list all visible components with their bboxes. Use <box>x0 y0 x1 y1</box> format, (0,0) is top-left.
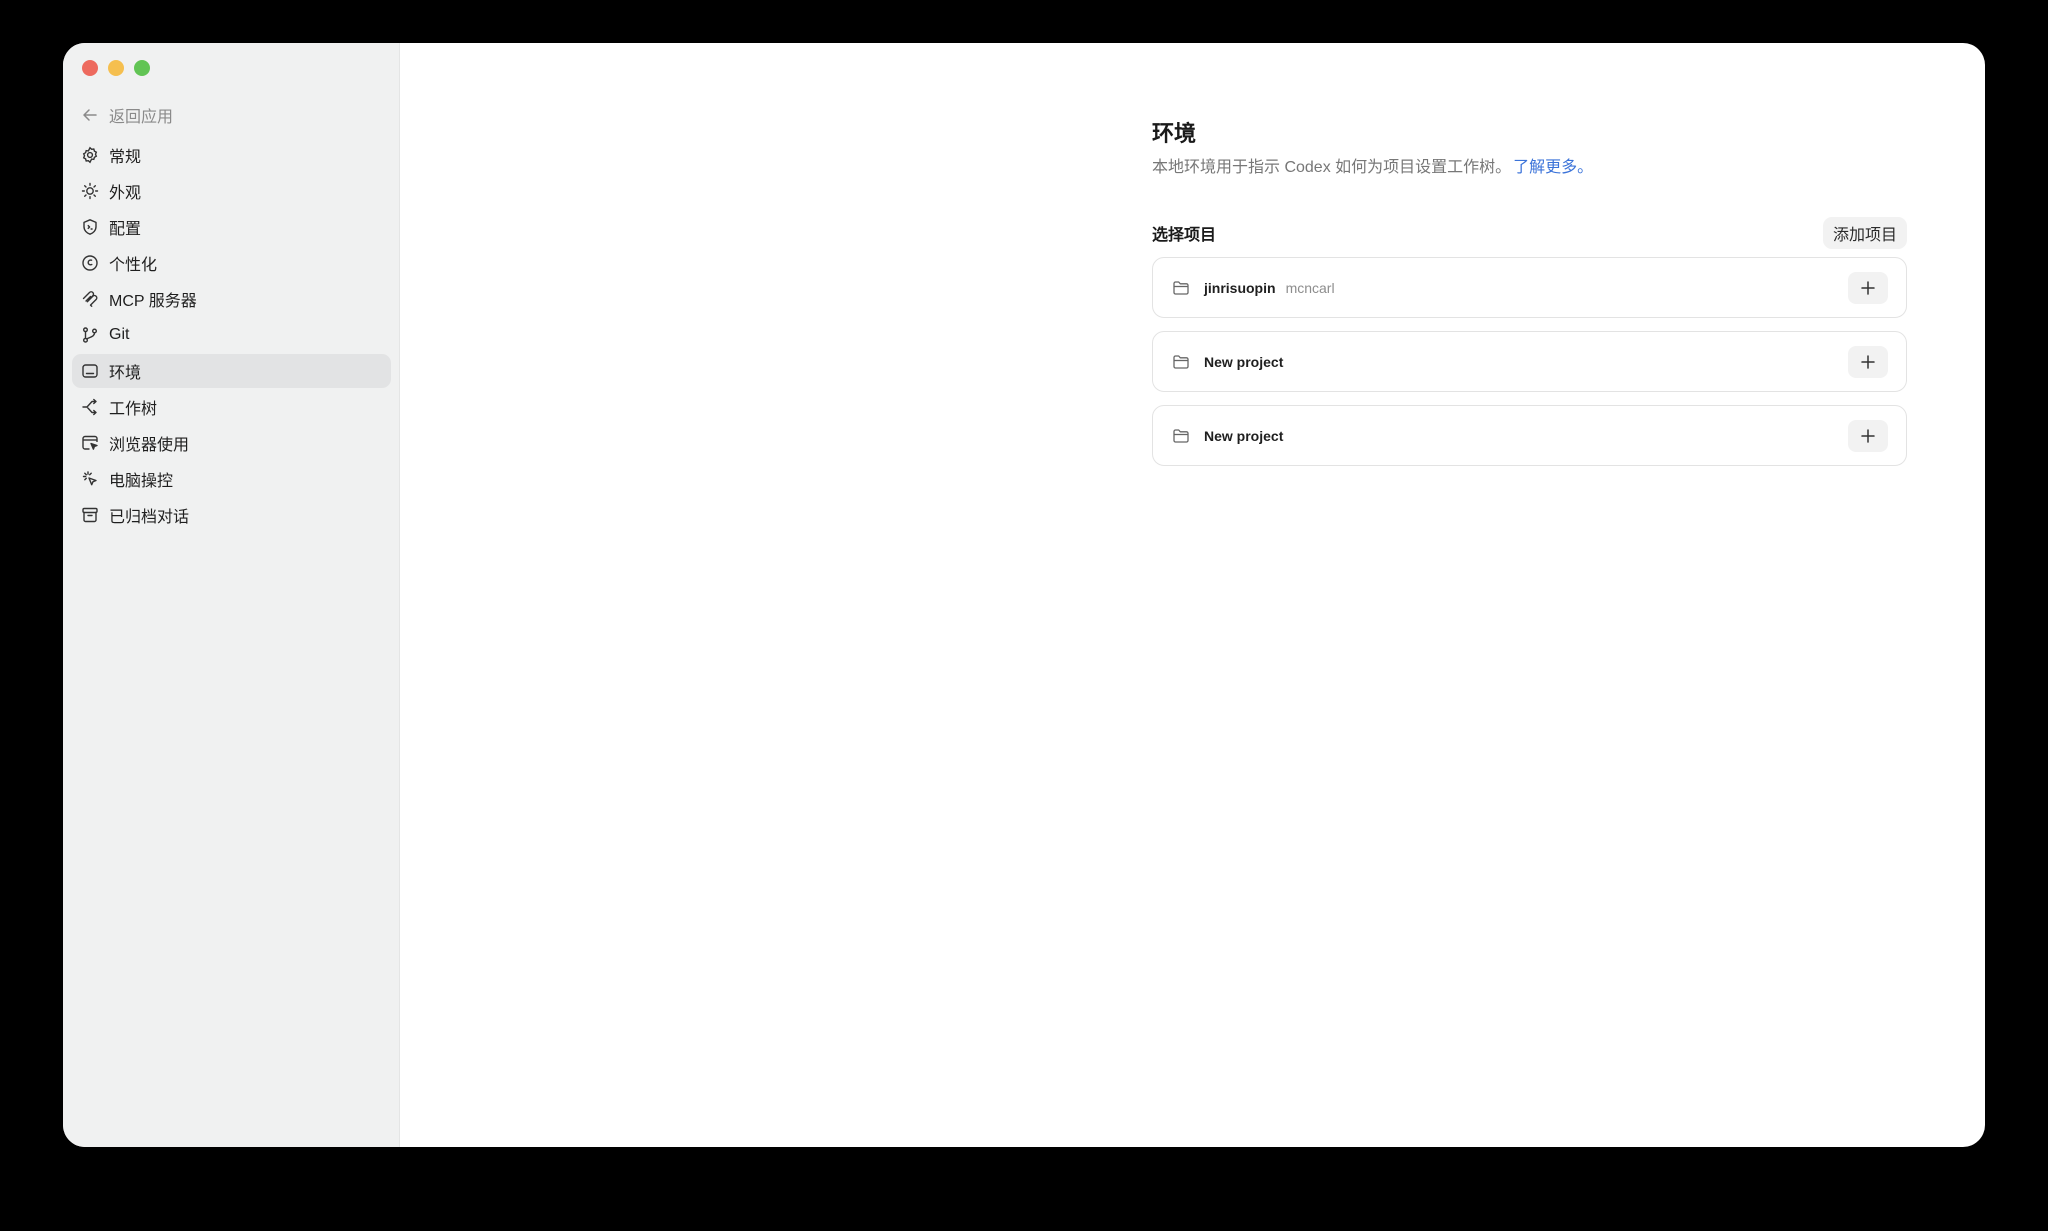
folder-icon <box>1173 428 1189 443</box>
sidebar-item-mcp-servers[interactable]: MCP 服务器 <box>72 282 391 316</box>
project-name: New project <box>1204 353 1284 370</box>
window-controls <box>82 60 150 76</box>
add-environment-button[interactable] <box>1848 419 1888 452</box>
main-panel: 环境 本地环境用于指示 Codex 如何为项目设置工作树。 了解更多。 选择项目 … <box>400 43 1985 1147</box>
sidebar-item-environment[interactable]: 环境 <box>72 354 391 388</box>
worktree-icon <box>82 398 97 416</box>
sidebar-item-label: 工作树 <box>109 401 158 418</box>
browser-cursor-icon <box>82 435 98 450</box>
project-section-header: 选择项目 添加项目 <box>1152 217 1907 249</box>
settings-nav: 常规 外观 配置 个性化 MCP 服务器 Git 环境 工作树 浏览器使用 电脑… <box>72 138 391 534</box>
sidebar: 返回应用 常规 外观 配置 个性化 MCP 服务器 Git 环境 工作树 浏览器… <box>63 43 400 1147</box>
project-name: New project <box>1204 427 1284 444</box>
sidebar-item-config[interactable]: 配置 <box>72 210 391 244</box>
back-to-app-button[interactable]: 返回应用 <box>81 100 173 130</box>
mcp-icon <box>82 291 98 307</box>
plus-icon <box>1861 354 1875 369</box>
sun-icon <box>81 182 99 200</box>
sidebar-item-label: 已归档对话 <box>109 509 190 526</box>
page-description: 本地环境用于指示 Codex 如何为项目设置工作树。 了解更多。 <box>1152 156 1907 180</box>
minimize-window-button[interactable] <box>108 60 124 76</box>
sidebar-item-git[interactable]: Git <box>72 318 391 352</box>
gear-icon <box>82 146 98 164</box>
archive-icon <box>82 507 98 523</box>
page-title: 环境 <box>1152 121 1197 146</box>
project-row[interactable]: New project <box>1152 331 1907 392</box>
git-branch-icon <box>83 327 97 343</box>
folder-icon <box>1173 280 1189 295</box>
description-text: 本地环境用于指示 Codex 如何为项目设置工作树。 <box>1152 159 1512 176</box>
maximize-window-button[interactable] <box>134 60 150 76</box>
sidebar-item-label: 个性化 <box>109 257 158 274</box>
sidebar-item-label: 环境 <box>109 365 142 382</box>
section-title: 选择项目 <box>1152 227 1217 244</box>
project-list: jinrisuopin mcncarl New project New proj… <box>1152 257 1907 466</box>
sidebar-item-label: 浏览器使用 <box>109 437 190 454</box>
sidebar-item-browser-use[interactable]: 浏览器使用 <box>72 426 391 460</box>
close-window-button[interactable] <box>82 60 98 76</box>
sidebar-item-label: 配置 <box>109 221 142 238</box>
project-name: jinrisuopin <box>1204 279 1276 296</box>
sidebar-item-label: MCP 服务器 <box>109 293 197 310</box>
folder-icon <box>1173 354 1189 369</box>
sidebar-item-archived-chats[interactable]: 已归档对话 <box>72 498 391 532</box>
sidebar-item-computer-control[interactable]: 电脑操控 <box>72 462 391 496</box>
plus-icon <box>1861 280 1875 295</box>
project-row[interactable]: jinrisuopin mcncarl <box>1152 257 1907 318</box>
sidebar-item-personalization[interactable]: 个性化 <box>72 246 391 280</box>
sidebar-item-label: Git <box>109 326 130 343</box>
sidebar-item-label: 电脑操控 <box>109 473 174 490</box>
add-environment-button[interactable] <box>1848 271 1888 304</box>
sidebar-item-appearance[interactable]: 外观 <box>72 174 391 208</box>
add-project-button[interactable]: 添加项目 <box>1822 217 1907 249</box>
add-environment-button[interactable] <box>1848 345 1888 378</box>
sidebar-item-label: 外观 <box>109 185 142 202</box>
personalize-icon <box>82 255 98 271</box>
sidebar-item-label: 常规 <box>109 149 142 166</box>
project-owner: mcncarl <box>1285 279 1335 296</box>
learn-more-link[interactable]: 了解更多。 <box>1513 159 1593 176</box>
arrow-left-icon <box>83 109 97 121</box>
project-row[interactable]: New project <box>1152 405 1907 466</box>
terminal-icon <box>82 364 98 378</box>
sidebar-item-worktree[interactable]: 工作树 <box>72 390 391 424</box>
back-label: 返回应用 <box>109 109 174 126</box>
environment-settings: 环境 本地环境用于指示 Codex 如何为项目设置工作树。 了解更多。 选择项目 … <box>1152 118 1907 479</box>
click-icon <box>82 471 97 486</box>
sidebar-item-general[interactable]: 常规 <box>72 138 391 172</box>
settings-window: 返回应用 常规 外观 配置 个性化 MCP 服务器 Git 环境 工作树 浏览器… <box>63 43 1985 1147</box>
shield-config-icon <box>83 219 97 235</box>
plus-icon <box>1861 428 1875 443</box>
